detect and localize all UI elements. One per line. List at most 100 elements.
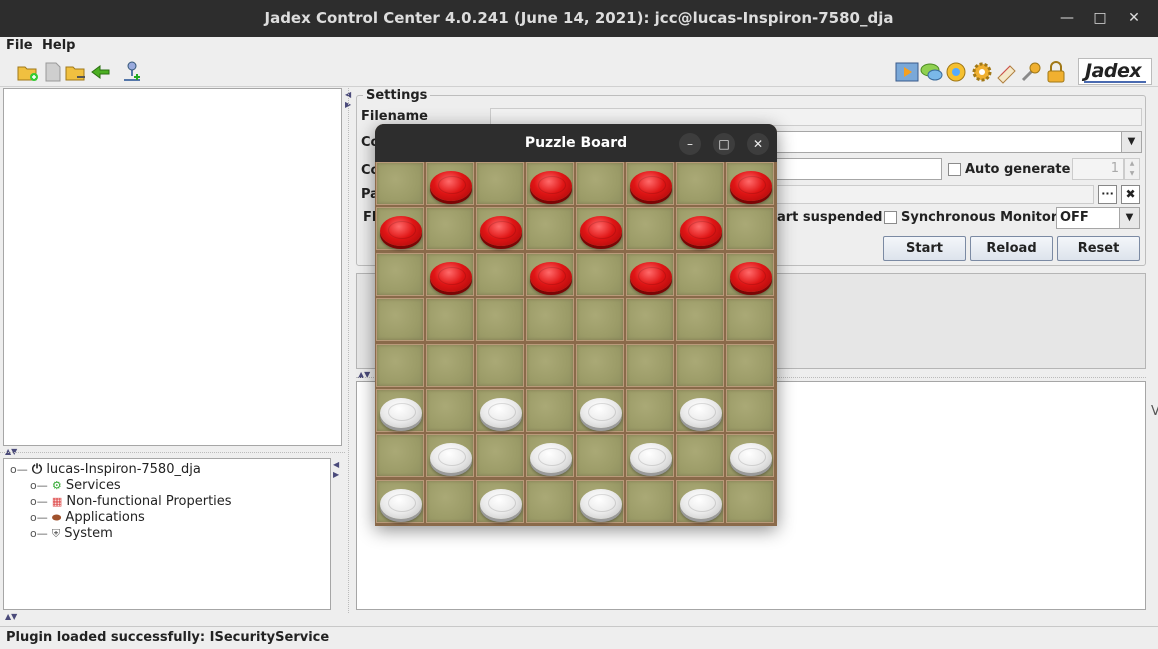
board-cell[interactable] <box>526 344 574 387</box>
board-cell[interactable] <box>576 389 624 432</box>
starter-icon[interactable] <box>895 60 919 84</box>
parent-field[interactable] <box>776 185 1094 204</box>
white-piece[interactable] <box>480 398 522 428</box>
tree-expander-icon[interactable]: o— <box>10 463 28 476</box>
red-piece[interactable] <box>580 216 622 246</box>
board-cell[interactable] <box>726 344 774 387</box>
red-piece[interactable] <box>430 171 472 201</box>
tree-root[interactable]: o— ⏻ lucas-Inspiron-7580_dja <box>10 462 201 478</box>
library-icon[interactable] <box>995 60 1019 84</box>
board-cell[interactable] <box>376 480 424 523</box>
board-cell[interactable] <box>476 298 524 341</box>
component-name-input[interactable] <box>776 158 942 180</box>
board-cell[interactable] <box>426 207 474 250</box>
start-button[interactable]: Start <box>883 236 966 261</box>
white-piece[interactable] <box>630 443 672 473</box>
board-cell[interactable] <box>726 480 774 523</box>
monitor-select[interactable]: OFF ▼ <box>1056 207 1140 229</box>
maximize-icon[interactable]: □ <box>1083 0 1117 37</box>
white-piece[interactable] <box>430 443 472 473</box>
board-cell[interactable] <box>376 344 424 387</box>
red-piece[interactable] <box>730 171 772 201</box>
reset-button[interactable]: Reset <box>1057 236 1140 261</box>
board-cell[interactable] <box>726 434 774 477</box>
board-cell[interactable] <box>726 162 774 205</box>
board-cell[interactable] <box>626 298 674 341</box>
board-cell[interactable] <box>626 480 674 523</box>
board-cell[interactable] <box>576 434 624 477</box>
board-cell[interactable] <box>526 480 574 523</box>
board-cell[interactable] <box>426 253 474 296</box>
board-cell[interactable] <box>676 298 724 341</box>
synchronous-monitor-checkbox[interactable] <box>884 211 897 224</box>
board-cell[interactable] <box>576 162 624 205</box>
white-piece[interactable] <box>580 489 622 519</box>
reload-button[interactable]: Reload <box>970 236 1053 261</box>
board-cell[interactable] <box>726 298 774 341</box>
white-piece[interactable] <box>730 443 772 473</box>
tree-item-system[interactable]: o— ⛨ System <box>30 526 113 542</box>
board-cell[interactable] <box>376 253 424 296</box>
board-cell[interactable] <box>676 162 724 205</box>
red-piece[interactable] <box>530 262 572 292</box>
board-cell[interactable] <box>626 344 674 387</box>
red-piece[interactable] <box>730 262 772 292</box>
board-cell[interactable] <box>576 298 624 341</box>
board-cell[interactable] <box>576 253 624 296</box>
auto-generate-count[interactable]: 1 <box>1072 158 1124 180</box>
board-cell[interactable] <box>426 434 474 477</box>
tools-icon[interactable] <box>1019 60 1043 84</box>
folder-remove-icon[interactable] <box>64 60 88 84</box>
close-icon[interactable]: ✕ <box>1117 0 1151 37</box>
board-cell[interactable] <box>626 162 674 205</box>
board-cell[interactable] <box>376 434 424 477</box>
board-cell[interactable] <box>576 480 624 523</box>
white-piece[interactable] <box>680 489 722 519</box>
board-cell[interactable] <box>376 162 424 205</box>
puzzle-minimize-icon[interactable]: – <box>679 133 701 155</box>
board-cell[interactable] <box>526 389 574 432</box>
count-spinner[interactable]: ▲ ▼ <box>1124 158 1140 180</box>
red-piece[interactable] <box>380 216 422 246</box>
configuration-select[interactable]: ▼ <box>776 131 1142 153</box>
board-cell[interactable] <box>626 207 674 250</box>
board-cell[interactable] <box>426 162 474 205</box>
split-arrows-icon[interactable]: ◀ ▶ <box>333 460 339 480</box>
board-cell[interactable] <box>626 389 674 432</box>
board-cell[interactable] <box>476 162 524 205</box>
menu-help[interactable]: Help <box>42 38 75 53</box>
puzzle-maximize-icon[interactable]: □ <box>713 133 735 155</box>
board-cell[interactable] <box>626 253 674 296</box>
split-arrows-icon[interactable]: ▲▼ <box>5 612 17 621</box>
board-cell[interactable] <box>676 207 724 250</box>
board-cell[interactable] <box>426 298 474 341</box>
board-cell[interactable] <box>676 389 724 432</box>
board-cell[interactable] <box>426 344 474 387</box>
add-node-icon[interactable] <box>120 60 144 84</box>
board-cell[interactable] <box>476 344 524 387</box>
board-cell[interactable] <box>626 434 674 477</box>
browse-button[interactable]: ··· <box>1098 185 1117 204</box>
board-cell[interactable] <box>476 434 524 477</box>
board-cell[interactable] <box>426 480 474 523</box>
board-cell[interactable] <box>476 253 524 296</box>
board-cell[interactable] <box>526 162 574 205</box>
red-piece[interactable] <box>630 262 672 292</box>
white-piece[interactable] <box>530 443 572 473</box>
back-arrow-icon[interactable] <box>89 60 113 84</box>
white-piece[interactable] <box>480 489 522 519</box>
open-folder-icon[interactable] <box>16 60 40 84</box>
board-cell[interactable] <box>676 344 724 387</box>
board-cell[interactable] <box>526 207 574 250</box>
board-cell[interactable] <box>376 298 424 341</box>
tree-item-applications[interactable]: o— ⬬ Applications <box>30 510 145 526</box>
board-cell[interactable] <box>526 253 574 296</box>
red-piece[interactable] <box>630 171 672 201</box>
board-cell[interactable] <box>676 253 724 296</box>
board-cell[interactable] <box>576 344 624 387</box>
board-cell[interactable] <box>726 253 774 296</box>
menu-file[interactable]: File <box>6 38 33 53</box>
debugger-icon[interactable] <box>944 60 968 84</box>
chevron-down-icon[interactable]: ▼ <box>1119 208 1139 228</box>
minimize-icon[interactable]: — <box>1050 0 1084 37</box>
